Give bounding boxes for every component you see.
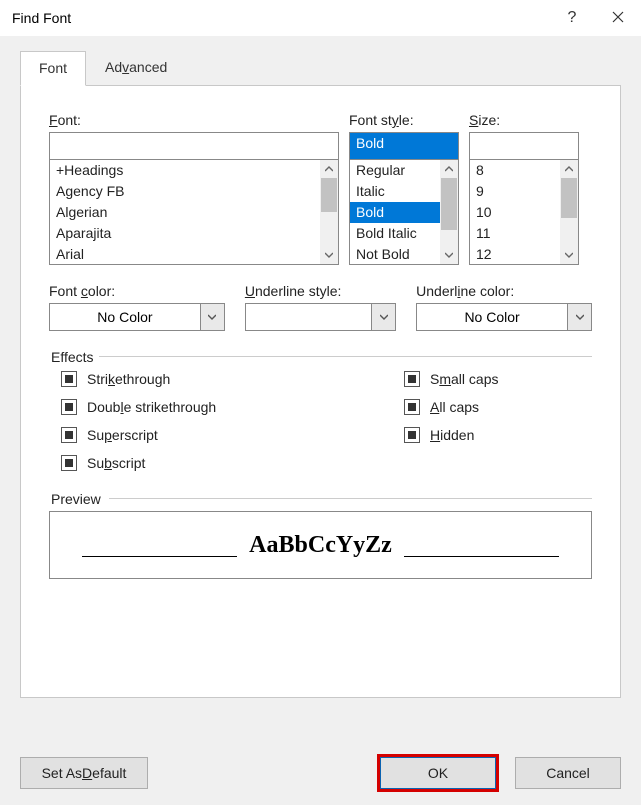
- title-bar: Find Font ?: [0, 0, 641, 36]
- underline-color-label: Underline color:: [416, 283, 592, 299]
- list-item[interactable]: Algerian: [50, 202, 320, 223]
- checkbox-icon: [61, 427, 77, 443]
- size-input[interactable]: [469, 132, 579, 160]
- chevron-up-icon[interactable]: [440, 160, 458, 178]
- checkbox-icon: [61, 371, 77, 387]
- preview-legend: Preview: [49, 491, 109, 507]
- help-icon[interactable]: ?: [549, 9, 595, 27]
- checkbox-icon: [61, 455, 77, 471]
- list-item[interactable]: 8: [470, 160, 560, 181]
- preview-group: Preview AaBbCcYyZz: [49, 491, 592, 579]
- scrollbar[interactable]: [440, 160, 458, 264]
- checkbox-all-caps[interactable]: All caps: [404, 399, 592, 415]
- checkbox-icon: [404, 371, 420, 387]
- ok-button[interactable]: OK: [380, 757, 496, 789]
- effects-group: Effects Strikethrough Double strikethrou…: [49, 349, 592, 471]
- chevron-down-icon[interactable]: [320, 246, 338, 264]
- checkbox-icon: [61, 399, 77, 415]
- list-item[interactable]: Not Bold: [350, 244, 440, 265]
- checkbox-superscript[interactable]: Superscript: [61, 427, 392, 443]
- list-item[interactable]: Italic: [350, 181, 440, 202]
- checkbox-strikethrough[interactable]: Strikethrough: [61, 371, 392, 387]
- cancel-button[interactable]: Cancel: [515, 757, 621, 789]
- tab-advanced[interactable]: Advanced: [86, 50, 186, 85]
- chevron-up-icon[interactable]: [320, 160, 338, 178]
- scrollbar[interactable]: [560, 160, 578, 264]
- preview-sample: AaBbCcYyZz: [249, 532, 392, 559]
- underline-style-dropdown[interactable]: [245, 303, 396, 331]
- list-item[interactable]: Bold Italic: [350, 223, 440, 244]
- checkbox-small-caps[interactable]: Small caps: [404, 371, 592, 387]
- font-input[interactable]: [49, 132, 339, 160]
- chevron-down-icon[interactable]: [372, 303, 396, 331]
- underline-color-dropdown[interactable]: No Color: [416, 303, 592, 331]
- preview-box: AaBbCcYyZz: [49, 511, 592, 579]
- scrollbar-thumb[interactable]: [321, 178, 337, 212]
- font-label: Font:: [49, 112, 339, 128]
- button-bar: Set As Default OK Cancel: [0, 751, 641, 805]
- size-label: Size:: [469, 112, 579, 128]
- list-item[interactable]: Agency FB: [50, 181, 320, 202]
- set-default-button[interactable]: Set As Default: [20, 757, 148, 789]
- checkbox-subscript[interactable]: Subscript: [61, 455, 392, 471]
- font-listbox[interactable]: +Headings Agency FB Algerian Aparajita A…: [49, 159, 339, 265]
- font-style-label: Font style:: [349, 112, 459, 128]
- ok-highlight: OK: [377, 754, 499, 792]
- checkbox-icon: [404, 427, 420, 443]
- checkbox-double-strikethrough[interactable]: Double strikethrough: [61, 399, 392, 415]
- font-style-listbox[interactable]: Regular Italic Bold Bold Italic Not Bold: [349, 159, 459, 265]
- dialog-body: Font Advanced Font: +Headings Agency FB …: [0, 36, 641, 805]
- tab-strip: Font Advanced: [20, 50, 621, 86]
- size-listbox[interactable]: 8 9 10 11 12: [469, 159, 579, 265]
- scrollbar-thumb[interactable]: [441, 178, 457, 230]
- font-color-dropdown[interactable]: No Color: [49, 303, 225, 331]
- list-item[interactable]: Regular: [350, 160, 440, 181]
- list-item[interactable]: 9: [470, 181, 560, 202]
- list-item[interactable]: Aparajita: [50, 223, 320, 244]
- list-item[interactable]: 10: [470, 202, 560, 223]
- checkbox-icon: [404, 399, 420, 415]
- list-item[interactable]: Arial: [50, 244, 320, 265]
- underline-style-label: Underline style:: [245, 283, 396, 299]
- window-title: Find Font: [12, 10, 549, 26]
- list-item[interactable]: 11: [470, 223, 560, 244]
- list-item[interactable]: 12: [470, 244, 560, 265]
- scrollbar-thumb[interactable]: [561, 178, 577, 218]
- tab-panel-font: Font: +Headings Agency FB Algerian Apara…: [20, 86, 621, 698]
- list-item[interactable]: Bold: [350, 202, 440, 223]
- font-color-label: Font color:: [49, 283, 225, 299]
- effects-legend: Effects: [49, 349, 102, 365]
- checkbox-hidden[interactable]: Hidden: [404, 427, 592, 443]
- tab-font[interactable]: Font: [20, 51, 86, 86]
- chevron-down-icon[interactable]: [560, 246, 578, 264]
- list-item[interactable]: +Headings: [50, 160, 320, 181]
- scrollbar[interactable]: [320, 160, 338, 264]
- font-style-input[interactable]: Bold: [349, 132, 459, 160]
- close-icon[interactable]: [595, 0, 641, 36]
- chevron-up-icon[interactable]: [560, 160, 578, 178]
- chevron-down-icon[interactable]: [201, 303, 225, 331]
- chevron-down-icon[interactable]: [440, 246, 458, 264]
- chevron-down-icon[interactable]: [568, 303, 592, 331]
